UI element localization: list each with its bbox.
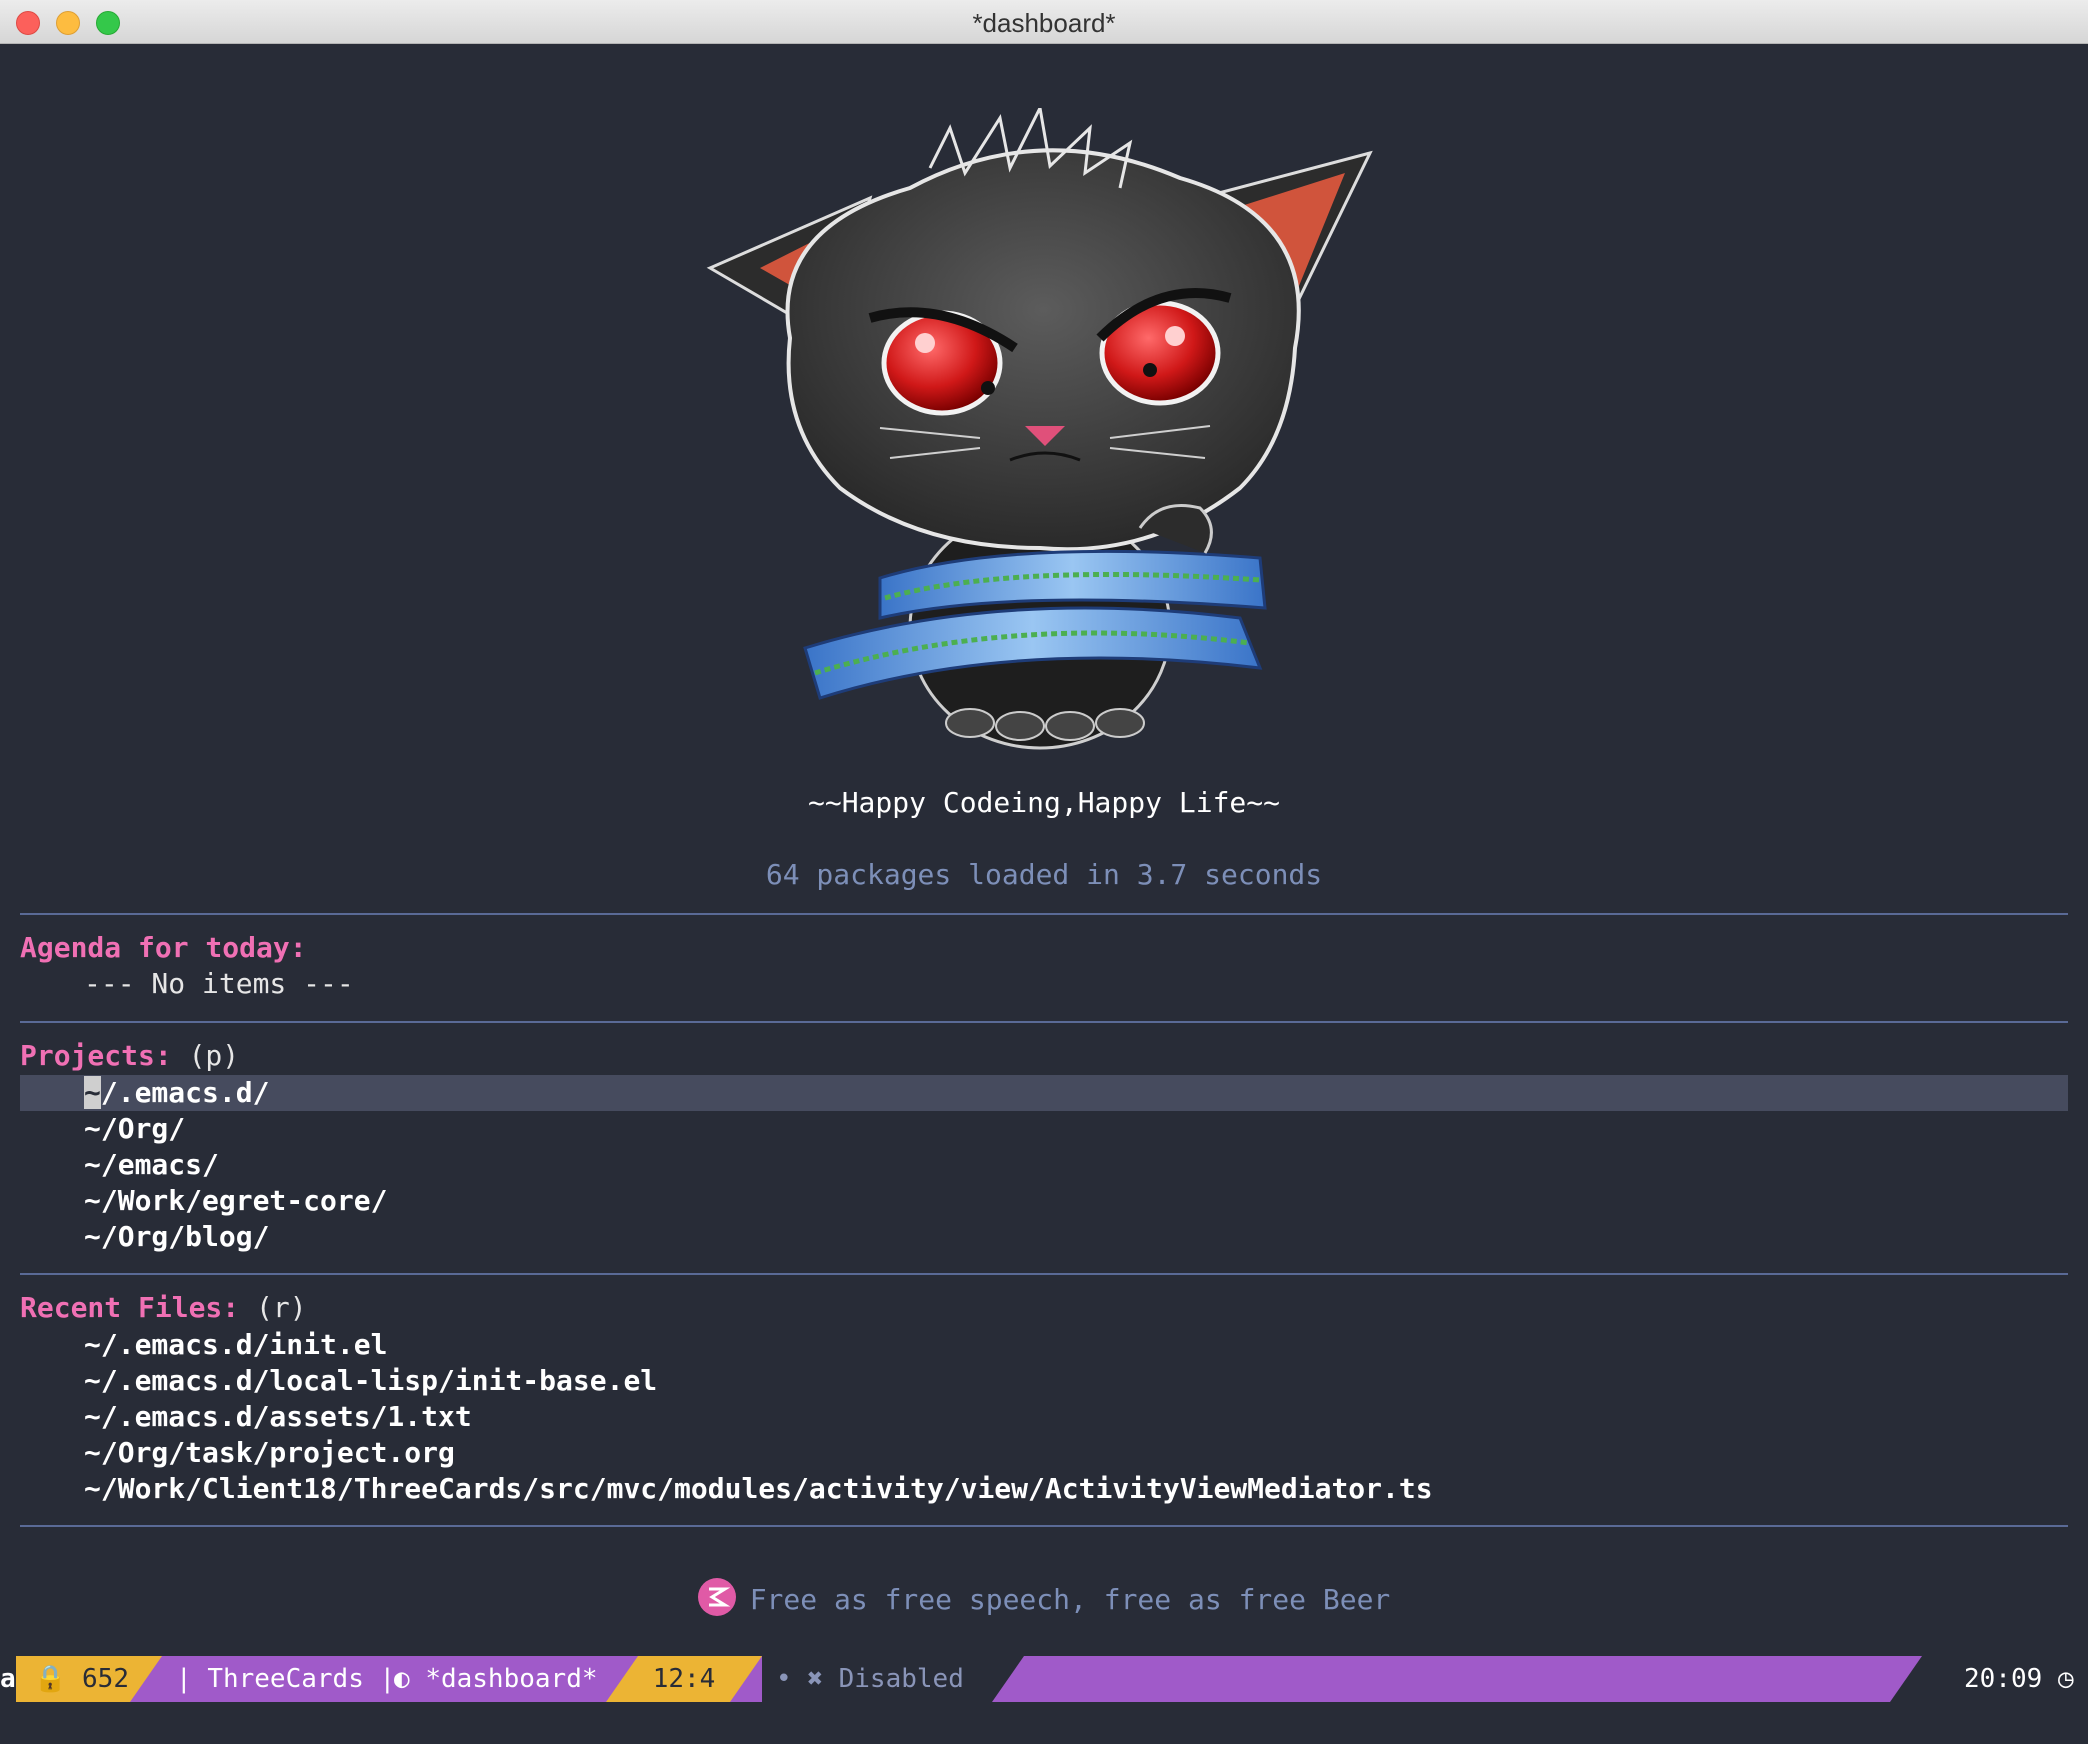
- section-separator: [20, 1021, 2068, 1023]
- modeline-flycheck-status: Disabled: [838, 1664, 964, 1694]
- dashboard-slogan: ~~Happy Codeing,Happy Life~~: [807, 786, 1280, 819]
- modeline-flycheck-segment[interactable]: • ✖ Disabled: [776, 1656, 964, 1702]
- project-item[interactable]: ~/.emacs.d/: [84, 1075, 269, 1111]
- recent-file-item[interactable]: ~/Org/task/project.org: [84, 1435, 455, 1471]
- recent-file-item[interactable]: ~/Work/Client18/ThreeCards/src/mvc/modul…: [84, 1471, 1433, 1507]
- buffer-mode-icon: ◐: [394, 1664, 410, 1694]
- recent-files-shortcut-hint: (r): [239, 1291, 307, 1324]
- modeline-line-count: 652: [82, 1664, 129, 1694]
- echo-area[interactable]: [0, 1702, 2088, 1744]
- modeline-separator: [992, 1656, 1024, 1702]
- modeline-buffer-name: *dashboard*: [425, 1664, 598, 1694]
- project-item[interactable]: ~/Work/egret-core/: [84, 1183, 387, 1219]
- modeline-line-count-segment: 🔒 652: [16, 1656, 130, 1702]
- window-title: *dashboard*: [972, 8, 1116, 38]
- dashboard-banner-cat-image: [706, 108, 1373, 750]
- project-item[interactable]: ~/emacs/: [84, 1147, 219, 1183]
- projects-heading-line: Projects: (p): [20, 1038, 239, 1074]
- recent-file-item[interactable]: ~/.emacs.d/assets/1.txt: [84, 1399, 472, 1435]
- lock-icon: 🔒: [34, 1664, 67, 1694]
- agenda-heading: Agenda for today:: [20, 931, 307, 964]
- modeline-time-segment: 20:09 ◷: [1964, 1656, 2074, 1702]
- section-separator: [20, 1525, 2068, 1527]
- modeline-buffer-segment[interactable]: ◐ *dashboard*: [394, 1656, 598, 1702]
- modeline-time: 20:09: [1964, 1664, 2043, 1694]
- agenda-empty-text: --- No items ---: [84, 967, 354, 1000]
- recent-files-heading: Recent Files:: [20, 1291, 240, 1324]
- flycheck-disabled-icon: ✖: [807, 1664, 823, 1694]
- text-cursor: ~: [84, 1076, 101, 1109]
- modeline-project: ThreeCards: [207, 1664, 364, 1694]
- packages-loaded-info: 64 packages loaded in 3.7 seconds: [765, 858, 1323, 891]
- footer-text: Free as free speech, free as free Beer: [749, 1583, 1391, 1616]
- projects-heading: Projects:: [20, 1039, 172, 1072]
- modeline-dot: •: [776, 1664, 792, 1694]
- clock-icon: ◷: [2057, 1664, 2074, 1694]
- project-item-label: /.emacs.d/: [100, 1076, 270, 1109]
- dashboard-footer: Free as free speech, free as free Beer: [0, 1578, 2088, 1620]
- project-item[interactable]: ~/Org/blog/: [84, 1219, 269, 1255]
- section-separator: [20, 913, 2068, 915]
- modeline-cursor-position: 12:4: [638, 1656, 730, 1702]
- modeline-project-segment[interactable]: | ThreeCards |: [176, 1656, 395, 1702]
- project-item[interactable]: ~/Org/: [84, 1111, 185, 1147]
- modeline-divider: |: [176, 1664, 208, 1694]
- recent-file-item[interactable]: ~/.emacs.d/local-lisp/init-base.el: [84, 1363, 657, 1399]
- current-line-highlight: [20, 1075, 2068, 1111]
- section-separator: [20, 1273, 2068, 1275]
- modeline-separator: [130, 1656, 162, 1702]
- mode-line: a 🔒 652 | ThreeCards | ◐ *dashboard* 12:…: [0, 1656, 2088, 1702]
- modeline-separator: [730, 1656, 762, 1702]
- recent-file-item[interactable]: ~/.emacs.d/init.el: [84, 1327, 387, 1363]
- modeline-left-indicator: a: [0, 1656, 16, 1702]
- recent-files-heading-line: Recent Files: (r): [20, 1290, 307, 1326]
- modeline-separator: [606, 1656, 638, 1702]
- modeline-separator: [1890, 1656, 1922, 1702]
- title-bar: *dashboard*: [0, 0, 2088, 44]
- emacs-logo-icon: [697, 1578, 736, 1616]
- projects-shortcut-hint: (p): [171, 1039, 240, 1072]
- modeline-divider: |: [363, 1664, 396, 1694]
